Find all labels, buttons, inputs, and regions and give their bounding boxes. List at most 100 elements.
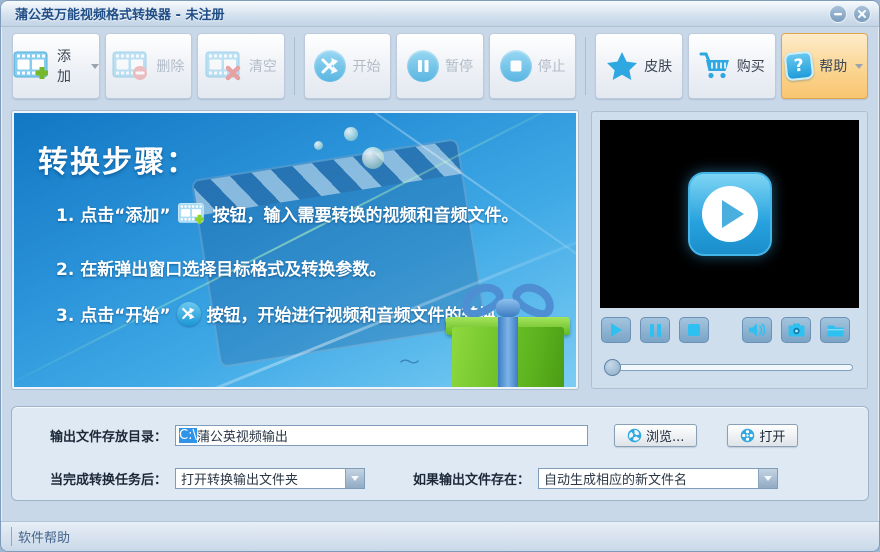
play-icon [611, 323, 622, 337]
after-task-value: 打开转换输出文件夹 [176, 469, 345, 488]
file-exists-value: 自动生成相应的新文件名 [539, 469, 758, 488]
pinwheel-icon [627, 428, 642, 443]
pause-icon [407, 50, 439, 82]
player-play-button[interactable] [601, 317, 631, 343]
step2-text: 2. 在新弹出窗口选择目标格式及转换参数。 [56, 255, 386, 280]
output-dir-label: 输出文件存放目录： [50, 426, 167, 445]
skin-button[interactable]: 皮肤 [595, 33, 683, 99]
convert-icon [314, 50, 346, 82]
minimize-icon [833, 9, 843, 19]
instruction-step-1: 1. 点击“添加” 按钮，输入需要转换的视频和音频文件。 [56, 201, 519, 226]
app-window: 蒲公英万能视频格式转换器 - 未注册 [0, 0, 880, 552]
play-icon [702, 186, 758, 242]
step3-text-pre: 3. 点击“开始” [56, 301, 171, 326]
add-button[interactable]: 添加 [12, 33, 100, 99]
settings-wrap: 输出文件存放目录： C:\ 蒲公英视频输出 [1, 397, 879, 501]
main-area: 转换步骤： 1. 点击“添加” 按钮，输入需要转换的视频和音频文件。 2. 在新… [1, 107, 879, 397]
minimize-button[interactable] [829, 5, 847, 23]
clear-button[interactable]: 清空 [197, 33, 285, 99]
toolbar: 添加 删除 [1, 27, 879, 107]
bubble-graphic [314, 141, 323, 150]
open-button-label: 打开 [759, 426, 785, 445]
player-folder-button[interactable] [820, 317, 850, 343]
preview-panel [591, 111, 868, 389]
film-add-icon [177, 202, 207, 226]
open-button[interactable]: 打开 [727, 424, 798, 447]
seek-handle[interactable] [604, 359, 621, 376]
film-clear-icon [205, 50, 243, 82]
stop-button[interactable]: 停止 [489, 33, 577, 99]
volume-icon [748, 322, 766, 338]
output-settings-panel: 输出文件存放目录： C:\ 蒲公英视频输出 [11, 406, 869, 501]
browse-button[interactable]: 浏览... [614, 424, 697, 447]
toolbar-separator [585, 37, 586, 95]
player-snapshot-button[interactable] [781, 317, 811, 343]
step1-text-post: 按钮，输入需要转换的视频和音频文件。 [213, 201, 519, 226]
clear-button-label: 清空 [249, 56, 277, 76]
film-remove-icon [112, 50, 150, 82]
snapshot-icon [788, 323, 805, 337]
folder-icon [827, 323, 844, 337]
convert-icon [177, 302, 201, 326]
output-dir-input[interactable]: C:\ 蒲公英视频输出 [175, 425, 588, 446]
chevron-down-icon [91, 64, 99, 69]
chevron-down-icon [345, 469, 364, 488]
help-button-label: 帮助 [819, 56, 847, 76]
start-button-label: 开始 [352, 56, 380, 76]
stop-icon [688, 324, 700, 336]
start-button[interactable]: 开始 [304, 33, 392, 99]
instructions-title: 转换步骤： [38, 137, 198, 181]
help-button[interactable]: ? 帮助 [781, 33, 869, 99]
after-task-label: 当完成转换任务后： [50, 469, 167, 488]
buy-button-label: 购买 [737, 56, 765, 76]
after-task-select[interactable]: 打开转换输出文件夹 [175, 468, 365, 489]
bubble-graphic [362, 147, 384, 169]
bird-graphic: ～ [399, 351, 420, 372]
pause-button-label: 暂停 [445, 56, 473, 76]
step1-text-pre: 1. 点击“添加” [56, 201, 171, 226]
output-dir-value: 蒲公英视频输出 [197, 426, 288, 445]
status-text: 软件帮助 [11, 527, 70, 546]
close-icon [857, 9, 867, 19]
video-preview [600, 120, 859, 308]
pause-button[interactable]: 暂停 [396, 33, 484, 99]
bubble-graphic [344, 127, 358, 141]
output-dir-row: 输出文件存放目录： C:\ 蒲公英视频输出 [50, 424, 850, 447]
remove-button[interactable]: 删除 [105, 33, 193, 99]
question-icon: ? [784, 51, 815, 82]
player-stop-button[interactable] [679, 317, 709, 343]
output-dir-value-selected: C:\ [179, 428, 197, 443]
preview-play-button[interactable] [688, 172, 772, 256]
title-bar: 蒲公英万能视频格式转换器 - 未注册 [1, 1, 879, 27]
stop-icon [500, 50, 532, 82]
add-button-label: 添加 [57, 46, 83, 86]
seek-bar [604, 359, 855, 375]
cart-icon [699, 52, 731, 80]
file-exists-select[interactable]: 自动生成相应的新文件名 [538, 468, 778, 489]
star-icon [606, 51, 638, 81]
buy-button[interactable]: 购买 [688, 33, 776, 99]
seek-track[interactable] [610, 364, 853, 371]
instruction-step-2: 2. 在新弹出窗口选择目标格式及转换参数。 [56, 255, 386, 280]
toolbar-separator [294, 37, 295, 95]
gift-box-graphic [434, 271, 578, 389]
film-reel-icon [740, 428, 755, 443]
chevron-down-icon [758, 469, 777, 488]
stop-button-label: 停止 [538, 56, 566, 76]
instructions-panel: 转换步骤： 1. 点击“添加” 按钮，输入需要转换的视频和音频文件。 2. 在新… [12, 111, 578, 389]
status-bar: 软件帮助 [1, 521, 879, 551]
gift-knot [496, 299, 520, 317]
player-pause-button[interactable] [640, 317, 670, 343]
window-controls [829, 5, 871, 23]
close-button[interactable] [853, 5, 871, 23]
browse-button-label: 浏览... [646, 426, 684, 445]
file-exists-label: 如果输出文件存在： [413, 469, 530, 488]
pause-icon [650, 324, 661, 337]
window-title: 蒲公英万能视频格式转换器 - 未注册 [15, 4, 224, 23]
player-controls [600, 317, 859, 343]
chevron-down-icon [855, 64, 863, 69]
options-row: 当完成转换任务后： 打开转换输出文件夹 如果输出文件存在： 自动生成相应的新文件… [50, 468, 850, 489]
player-volume-button[interactable] [742, 317, 772, 343]
remove-button-label: 删除 [156, 56, 184, 76]
skin-button-label: 皮肤 [644, 56, 672, 76]
